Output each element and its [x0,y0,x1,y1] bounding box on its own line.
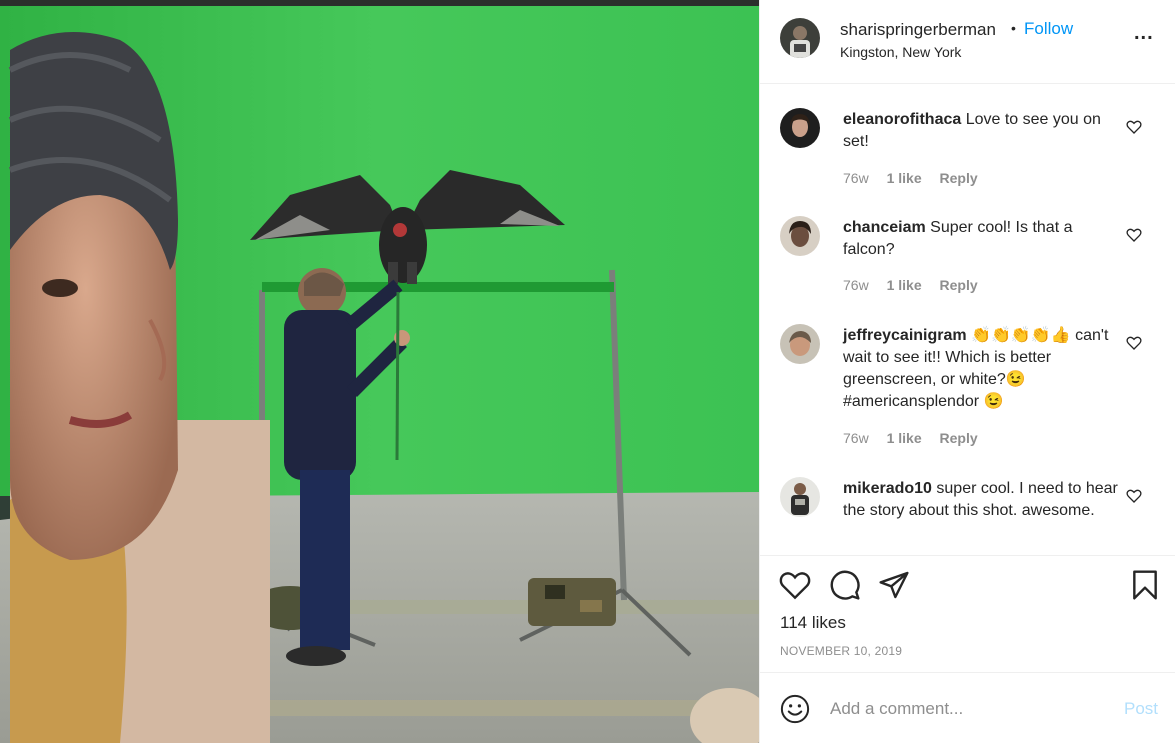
comment-meta: 76w 1 like Reply [843,170,992,186]
reply-button[interactable]: Reply [940,277,978,293]
comment-likes[interactable]: 1 like [887,277,922,293]
comment-username[interactable]: eleanorofithaca [843,111,961,128]
comment-bubble-icon[interactable] [829,569,861,601]
commenter-avatar[interactable] [780,216,820,256]
reply-button[interactable]: Reply [940,430,978,446]
comment-meta: 76w 1 like Reply [843,277,992,293]
post-comment-button[interactable]: Post [1124,699,1158,719]
commenter-avatar[interactable] [780,477,820,517]
bookmark-icon[interactable] [1131,569,1159,601]
comment-username[interactable]: jeffreycainigram [843,327,967,344]
post-date[interactable]: NOVEMBER 10, 2019 [780,644,902,658]
commenter-avatar[interactable] [780,108,820,148]
comment-meta: 76w 1 like Reply [843,430,992,446]
author-username[interactable]: sharispringerberman [840,20,996,40]
heart-icon[interactable] [1126,335,1142,351]
post-side-panel: sharispringerberman • Follow Kingston, N… [759,0,1175,743]
post-location[interactable]: Kingston, New York [840,44,961,60]
comment-username[interactable]: mikerado10 [843,480,932,497]
post-header: sharispringerberman • Follow Kingston, N… [760,0,1175,84]
likes-count[interactable]: 114 likes [780,613,846,633]
comment-body: mikerado10 super cool. I need to hear th… [843,478,1123,522]
comment-input[interactable] [830,697,1120,721]
smiley-icon[interactable] [780,694,810,724]
heart-icon[interactable] [1126,119,1142,135]
comment-likes[interactable]: 1 like [887,430,922,446]
heart-icon[interactable] [779,570,811,600]
reply-button[interactable]: Reply [940,170,978,186]
greenscreen-photo [0,0,759,743]
more-options-icon[interactable]: ... [1134,23,1154,43]
comment-time[interactable]: 76w [843,277,869,293]
post-actions-bar [760,556,1175,616]
separator-dot: • [1011,20,1016,36]
comment-likes[interactable]: 1 like [887,170,922,186]
comment-body: eleanorofithaca Love to see you on set! [843,109,1123,153]
commenter-avatar[interactable] [780,324,820,364]
comment-body: chanceiam Super cool! Is that a falcon? [843,217,1123,261]
comment-time[interactable]: 76w [843,430,869,446]
comments-list[interactable]: eleanorofithaca Love to see you on set! … [760,84,1175,555]
author-avatar[interactable] [780,18,820,58]
paper-plane-icon[interactable] [878,569,910,601]
comment-username[interactable]: chanceiam [843,219,926,236]
comment-time[interactable]: 76w [843,170,869,186]
heart-icon[interactable] [1126,488,1142,504]
follow-button[interactable]: Follow [1024,19,1073,39]
post-photo[interactable] [0,0,759,743]
comment-body: jeffreycainigram 👏👏👏👏👍 can't wait to see… [843,325,1123,413]
add-comment-bar: Post [760,672,1175,743]
heart-icon[interactable] [1126,227,1142,243]
